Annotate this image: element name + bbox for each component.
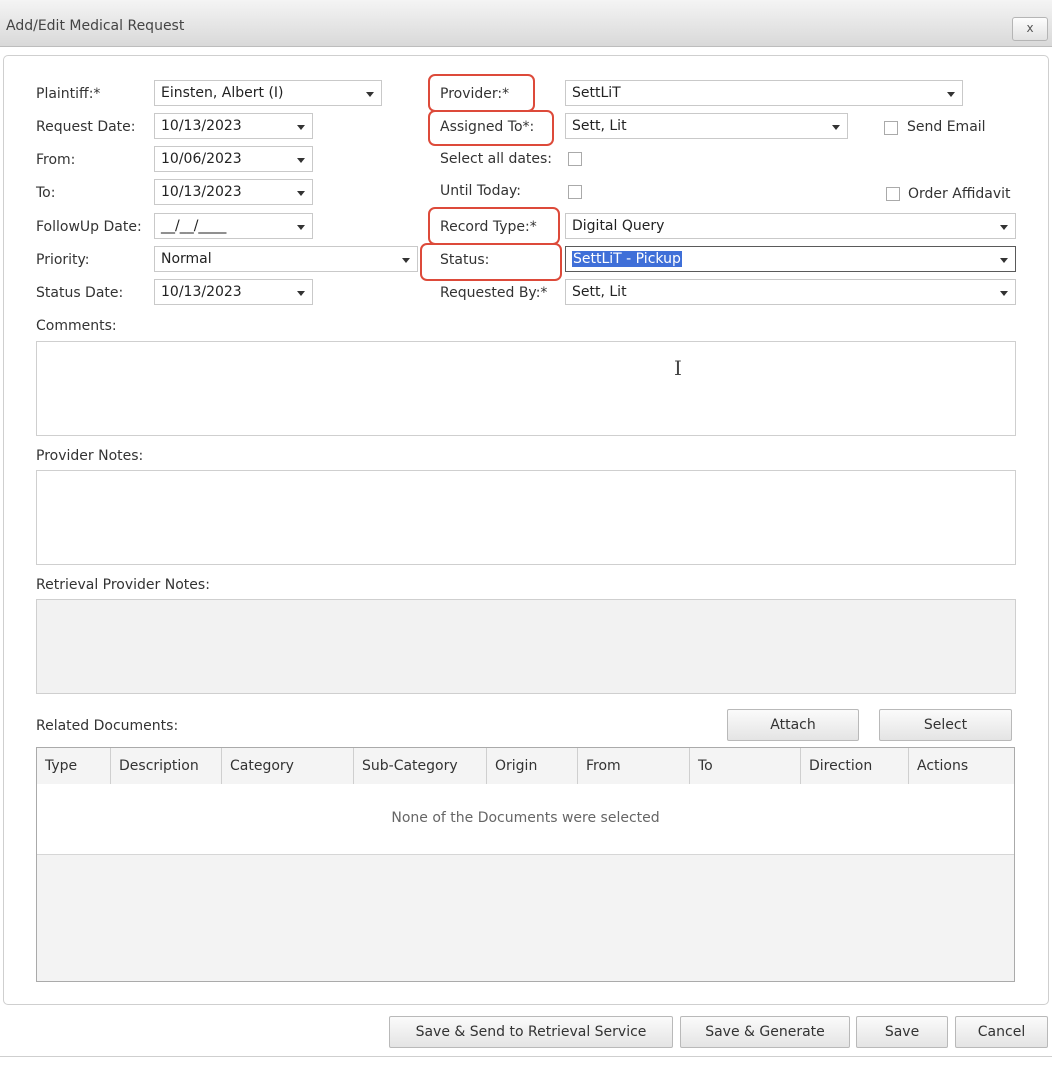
text-cursor-icon: I: [674, 356, 682, 380]
send-email-checkbox[interactable]: [884, 121, 898, 135]
dropdown-arrow-icon: [297, 125, 305, 130]
priority-select[interactable]: Normal: [154, 246, 418, 272]
record-type-select[interactable]: Digital Query: [565, 213, 1016, 239]
followup-date-value: __/__/____: [161, 218, 227, 234]
to-date-value: 10/13/2023: [161, 184, 242, 200]
status-date-label: Status Date:: [36, 285, 124, 301]
col-description[interactable]: Description: [111, 748, 222, 784]
documents-grid-body: None of the Documents were selected: [37, 784, 1014, 855]
requested-by-label: Requested By:*: [440, 285, 548, 301]
col-category[interactable]: Category: [222, 748, 354, 784]
until-today-checkbox[interactable]: [568, 185, 582, 199]
save-generate-button[interactable]: Save & Generate: [680, 1016, 850, 1048]
empty-documents-message: None of the Documents were selected: [391, 810, 660, 826]
attach-button[interactable]: Attach: [727, 709, 859, 741]
dropdown-arrow-icon: [947, 92, 955, 97]
col-to[interactable]: To: [690, 748, 801, 784]
status-date-picker[interactable]: 10/13/2023: [154, 279, 313, 305]
plaintiff-label: Plaintiff:*: [36, 86, 101, 102]
status-value: SettLiT - Pickup: [572, 251, 682, 267]
window-title: Add/Edit Medical Request: [6, 18, 185, 34]
dropdown-arrow-icon: [366, 92, 374, 97]
dropdown-arrow-icon: [297, 191, 305, 196]
select-all-dates-label: Select all dates:: [440, 151, 553, 167]
assigned-to-select[interactable]: Sett, Lit: [565, 113, 848, 139]
status-select[interactable]: SettLiT - Pickup: [565, 246, 1016, 272]
from-label: From:: [36, 152, 76, 168]
select-button[interactable]: Select: [879, 709, 1012, 741]
save-button[interactable]: Save: [856, 1016, 948, 1048]
followup-date-label: FollowUp Date:: [36, 219, 142, 235]
col-from[interactable]: From: [578, 748, 690, 784]
order-affidavit-label: Order Affidavit: [908, 186, 1011, 202]
assigned-to-label: Assigned To*:: [440, 119, 535, 135]
cancel-button[interactable]: Cancel: [955, 1016, 1048, 1048]
dropdown-arrow-icon: [297, 158, 305, 163]
followup-date-picker[interactable]: __/__/____: [154, 213, 313, 239]
requested-by-value: Sett, Lit: [572, 284, 627, 300]
from-date-picker[interactable]: 10/06/2023: [154, 146, 313, 172]
dropdown-arrow-icon: [297, 225, 305, 230]
documents-grid: Type Description Category Sub-Category O…: [36, 747, 1015, 982]
from-date-value: 10/06/2023: [161, 151, 242, 167]
assigned-to-value: Sett, Lit: [572, 118, 627, 134]
col-actions[interactable]: Actions: [909, 748, 1014, 784]
until-today-label: Until Today:: [440, 183, 522, 199]
comments-textarea[interactable]: [36, 341, 1016, 436]
provider-notes-textarea[interactable]: [36, 470, 1016, 565]
send-email-label: Send Email: [907, 119, 986, 135]
request-date-picker[interactable]: 10/13/2023: [154, 113, 313, 139]
plaintiff-value: Einsten, Albert (I): [161, 85, 284, 101]
record-type-label: Record Type:*: [440, 219, 537, 235]
related-documents-label: Related Documents:: [36, 718, 179, 734]
col-direction[interactable]: Direction: [801, 748, 909, 784]
priority-value: Normal: [161, 251, 212, 267]
to-date-picker[interactable]: 10/13/2023: [154, 179, 313, 205]
col-sub-category[interactable]: Sub-Category: [354, 748, 487, 784]
provider-value: SettLiT: [572, 85, 621, 101]
dropdown-arrow-icon: [297, 291, 305, 296]
dropdown-arrow-icon: [402, 258, 410, 263]
request-date-label: Request Date:: [36, 119, 136, 135]
select-all-dates-checkbox[interactable]: [568, 152, 582, 166]
status-label: Status:: [440, 252, 490, 268]
to-label: To:: [36, 185, 56, 201]
requested-by-select[interactable]: Sett, Lit: [565, 279, 1016, 305]
retrieval-notes-textarea: [36, 599, 1016, 694]
comments-label: Comments:: [36, 318, 117, 334]
provider-label: Provider:*: [440, 86, 510, 102]
col-type[interactable]: Type: [37, 748, 111, 784]
dropdown-arrow-icon: [1000, 258, 1008, 263]
order-affidavit-checkbox[interactable]: [886, 187, 900, 201]
priority-label: Priority:: [36, 252, 90, 268]
footer-divider: [0, 1056, 1052, 1057]
close-icon: x: [1026, 21, 1034, 35]
provider-select[interactable]: SettLiT: [565, 80, 963, 106]
dropdown-arrow-icon: [1000, 225, 1008, 230]
dropdown-arrow-icon: [832, 125, 840, 130]
save-send-retrieval-button[interactable]: Save & Send to Retrieval Service: [389, 1016, 673, 1048]
col-origin[interactable]: Origin: [487, 748, 578, 784]
record-type-value: Digital Query: [572, 218, 665, 234]
close-button[interactable]: x: [1012, 17, 1048, 41]
retrieval-notes-label: Retrieval Provider Notes:: [36, 577, 210, 593]
provider-notes-label: Provider Notes:: [36, 448, 144, 464]
documents-grid-header: Type Description Category Sub-Category O…: [37, 748, 1014, 785]
plaintiff-select[interactable]: Einsten, Albert (I): [154, 80, 382, 106]
dropdown-arrow-icon: [1000, 291, 1008, 296]
status-date-value: 10/13/2023: [161, 284, 242, 300]
request-date-value: 10/13/2023: [161, 118, 242, 134]
